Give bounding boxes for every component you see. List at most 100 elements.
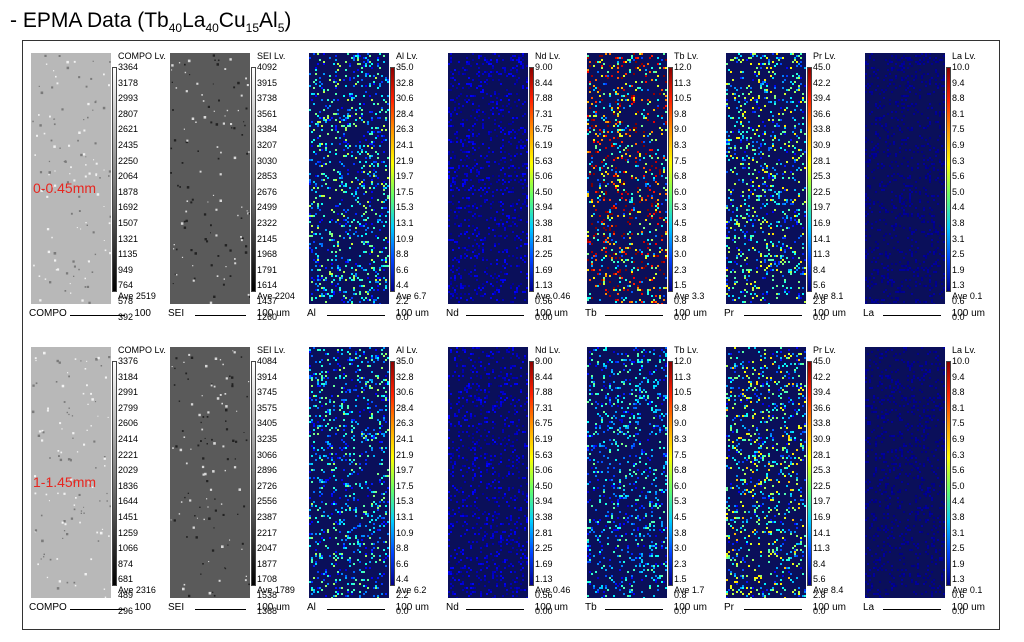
level-tick: 16.9: [813, 217, 831, 228]
level-tick: 5.3: [674, 202, 687, 213]
level-tick: 4.4: [952, 496, 965, 507]
level-tick: 4.4: [952, 202, 965, 213]
color-scale-bar: [112, 67, 117, 292]
level-tick: 9.8: [674, 402, 687, 413]
level-tick: 19.7: [813, 496, 831, 507]
level-tick: 8.8: [952, 93, 965, 104]
title-subscript: 15: [245, 21, 260, 36]
level-tick: 17.5: [396, 186, 414, 197]
level-tick: 3914: [257, 371, 278, 382]
average-value: Ave 0.1: [952, 291, 983, 301]
scale-footer: SEI 100 um: [166, 602, 290, 616]
level-tick: 13.1: [396, 511, 414, 522]
level-tick: 2435: [118, 139, 139, 150]
nd-map-image: [448, 347, 528, 598]
level-tick: 1791: [257, 264, 278, 275]
level-tick: 1135: [118, 249, 138, 260]
level-tick: 2807: [118, 108, 139, 119]
level-tick: 2799: [118, 402, 139, 413]
level-tick: 949: [118, 264, 134, 275]
scale-bar-line: [70, 609, 125, 610]
level-tick: 3.8: [952, 511, 965, 522]
level-tick-list: 9.00 8.44 7.88 7.31 6.75 6.19 5.63 5.06 4.50 3.94…: [535, 354, 569, 619]
level-tick: 39.4: [813, 93, 831, 104]
level-tick: 28.1: [813, 155, 831, 166]
scale-label: 100 um: [673, 308, 707, 319]
scale-footer: Nd 100 um: [444, 602, 568, 616]
panel-la: La Lv. 10.0 9.4 8.8 8.1 7.5 6.9 6.3 5.6 5.0 4.4 3.8…: [857, 45, 987, 327]
level-tick: 19.7: [813, 202, 831, 213]
color-scale-bar: [946, 361, 951, 586]
panel-sei: SEI Lv. 4092 3915 3738 3561 3384 3207 3030 2853 2…: [162, 45, 295, 327]
level-tick: 7.31: [535, 108, 553, 119]
scale-footer: SEI 100 um: [166, 308, 290, 322]
level-tick-list: 4084 3914 3745 3575 3405 3235 3066 2896 2726 2556…: [257, 354, 291, 619]
level-tick-list: 9.00 8.44 7.88 7.31 6.75 6.19 5.63 5.06 4.50 3.94…: [535, 60, 569, 325]
level-tick: 2414: [118, 433, 139, 444]
scale-bar-line: [70, 315, 125, 316]
title-subscript: 40: [205, 21, 219, 36]
color-scale-bar: [251, 361, 256, 586]
level-tick: 1877: [257, 558, 278, 569]
title-prefix: - EPMA Data (: [10, 9, 145, 32]
level-tick: 1259: [118, 527, 139, 538]
level-tick: 33.8: [813, 418, 831, 429]
sei-map-image: [170, 53, 250, 304]
level-tick: 2.25: [535, 249, 553, 260]
panel-nd: Nd Lv. 9.00 8.44 7.88 7.31 6.75 6.19 5.63 5.06 4.…: [440, 45, 570, 327]
color-scale-bar: [946, 67, 951, 292]
level-tick: 32.8: [396, 371, 414, 382]
panel-nd: Nd Lv. 9.00 8.44 7.88 7.31 6.75 6.19 5.63 5.06 4.…: [440, 339, 570, 621]
level-tick: 3.38: [535, 511, 553, 522]
title-element: La: [182, 9, 206, 32]
level-tick: 3.1: [952, 527, 965, 538]
panel-tb: Tb Lv. 12.0 11.3 10.5 9.8 9.0 8.3 7.5 6.8 6.0 5.3 4…: [579, 339, 709, 621]
level-tick: 16.9: [813, 511, 831, 522]
color-scale-bar: [390, 67, 395, 292]
level-tick: 8.4: [813, 264, 826, 275]
level-tick: 1.9: [952, 558, 965, 569]
level-tick: 6.0: [674, 480, 687, 491]
level-tick: 3066: [257, 449, 278, 460]
level-tick: 9.00: [535, 356, 553, 366]
level-tick: 9.8: [674, 108, 687, 119]
level-tick: 2.81: [535, 233, 553, 244]
average-value: Ave 8.1: [813, 291, 844, 301]
level-tick: 3384: [257, 124, 278, 135]
level-tick: 2606: [118, 418, 139, 429]
level-tick: 5.63: [535, 155, 553, 166]
pr-map-image: [726, 347, 806, 598]
color-scale-bar: [668, 361, 673, 586]
level-tick: 2221: [118, 449, 139, 460]
level-tick-list: 35.0 32.8 30.6 28.4 26.3 24.1 21.9 19.7 17.5 15.3…: [396, 60, 430, 325]
level-tick: 2387: [257, 511, 278, 522]
scale-footer: Nd 100 um: [444, 308, 568, 322]
color-scale-bar: [529, 361, 534, 586]
level-tick: 28.1: [813, 449, 831, 460]
level-tick: 2322: [257, 217, 278, 228]
panel-la: La Lv. 10.0 9.4 8.8 8.1 7.5 6.9 6.3 5.6 5.0 4.4 3.8…: [857, 339, 987, 621]
title-element: Al: [259, 9, 278, 32]
scale-label: 100 um: [673, 602, 707, 613]
average-value: Ave 2316: [118, 585, 156, 595]
scale-label: 100 um: [395, 308, 429, 319]
element-label: La: [863, 602, 875, 613]
scale-bar-line: [466, 315, 524, 316]
title-element: Tb: [144, 9, 169, 32]
depth-label: 0-0.45mm: [33, 180, 97, 196]
la-map-image: [865, 53, 945, 304]
scale-bar-line: [605, 609, 663, 610]
scale-label: 100: [134, 308, 151, 319]
level-tick: 10.5: [674, 387, 692, 398]
level-tick: 9.0: [674, 124, 687, 135]
epma-figure: COMPO Lv. 3364 3178 2993 2807 2621 2435 2250 206…: [22, 40, 1000, 630]
level-tick: 42.2: [813, 77, 831, 88]
level-tick: 30.6: [396, 93, 414, 104]
level-tick: 6.8: [674, 465, 687, 476]
level-tick: 3405: [257, 418, 278, 429]
level-tick: 2250: [118, 155, 139, 166]
scale-label: 100 um: [534, 308, 568, 319]
level-tick: 12.0: [674, 356, 692, 366]
scale-footer: Al 100 um: [305, 602, 429, 616]
panel-sei: SEI Lv. 4084 3914 3745 3575 3405 3235 3066 2896 2…: [162, 339, 295, 621]
